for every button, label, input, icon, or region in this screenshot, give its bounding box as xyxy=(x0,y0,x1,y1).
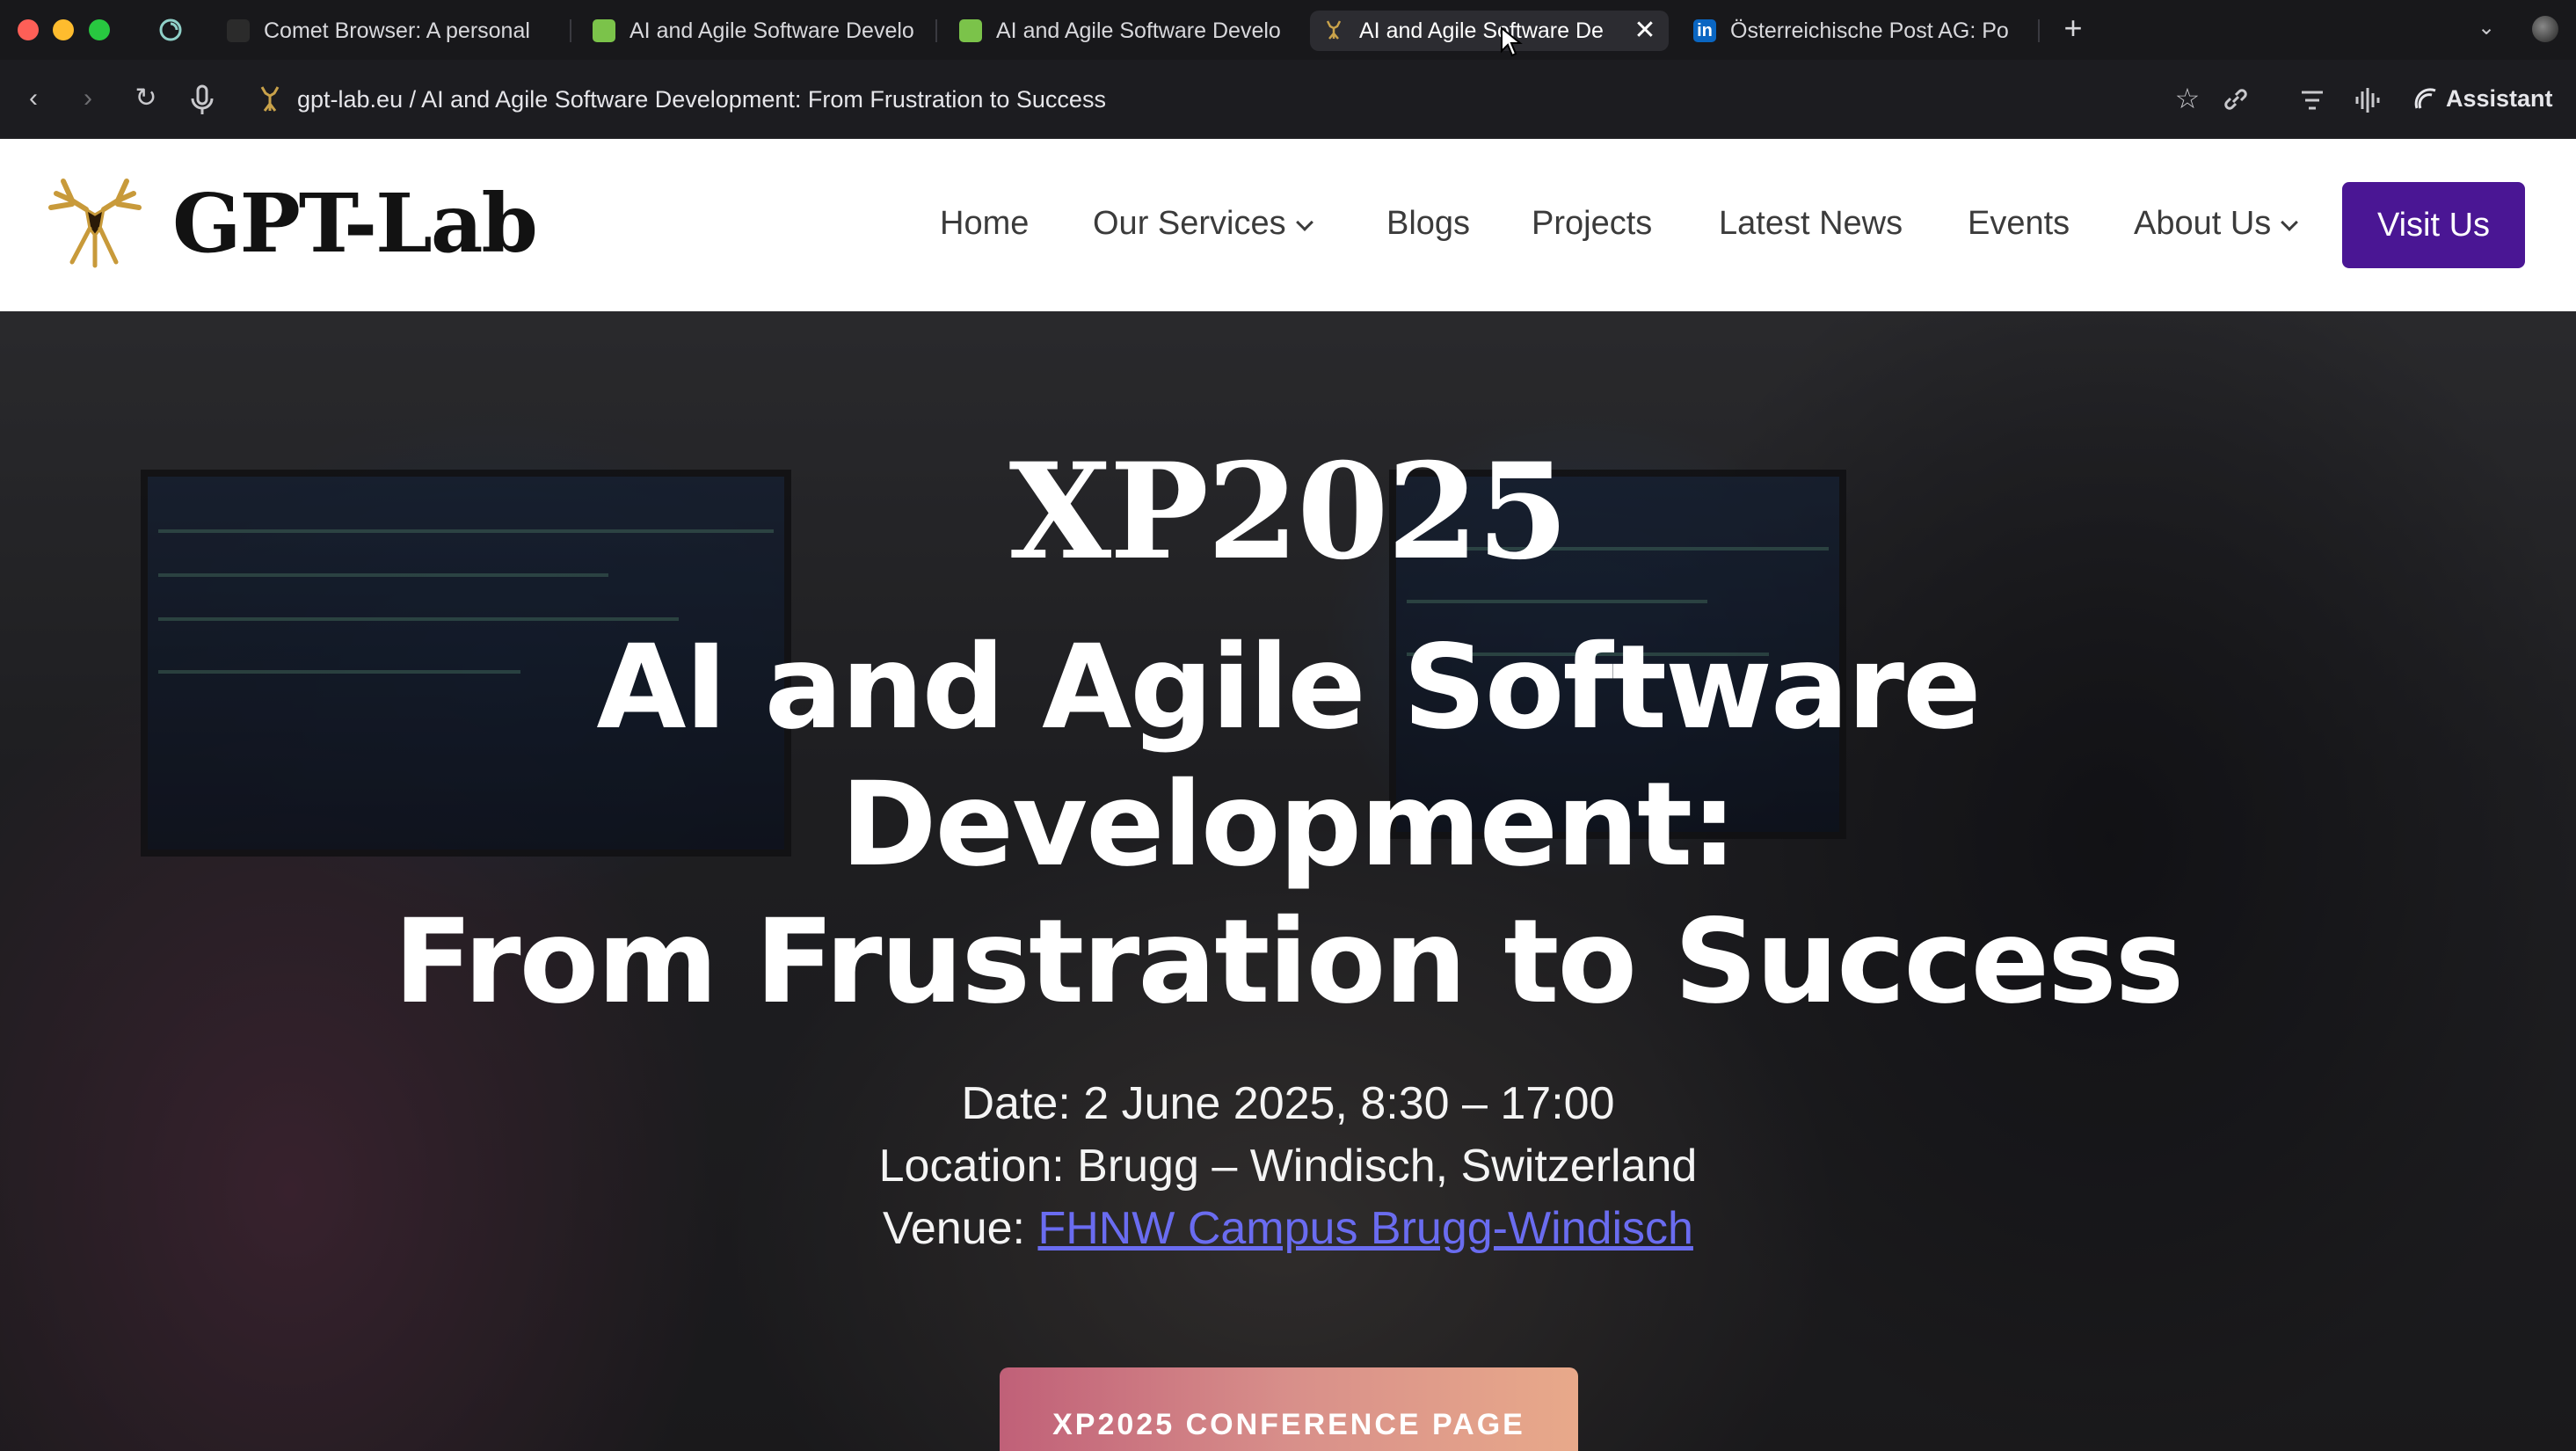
tab-close-icon[interactable]: ✕ xyxy=(1632,11,1658,51)
tab-list-chevron-icon[interactable]: ⌄ xyxy=(2470,12,2502,44)
venue-label: Venue: xyxy=(883,1203,1038,1254)
assistant-icon xyxy=(2414,88,2436,109)
tab-linkedin[interactable]: in Österreichische Post AG: Po xyxy=(1681,11,2029,51)
voice-waveform-icon[interactable] xyxy=(2353,86,2383,114)
nav-label: About Us xyxy=(2134,205,2272,242)
assistant-button[interactable]: Assistant xyxy=(2412,79,2553,118)
tab-separator xyxy=(2038,19,2040,42)
comet-icon xyxy=(227,19,250,42)
chevron-down-icon xyxy=(1295,214,1313,231)
tab-title: AI and Agile Software De xyxy=(1359,18,1604,43)
site-logo-text[interactable]: GPT-Lab xyxy=(172,174,538,273)
event-date: Date: 2 June 2025, 8:30 – 17:00 xyxy=(961,1078,1615,1129)
tab-title: Comet Browser: A personal xyxy=(264,18,530,43)
hero-section: XP2025 AI and Agile Software Development… xyxy=(0,311,2576,1451)
nav-latest-news[interactable]: Latest News xyxy=(1719,197,1903,250)
back-icon[interactable]: ‹ xyxy=(14,79,53,118)
window-close-button[interactable] xyxy=(18,19,39,40)
tab-ai-agile-active[interactable]: AI and Agile Software De ✕ xyxy=(1310,11,1669,51)
smiley-icon xyxy=(593,19,615,42)
browser-tab-strip: Comet Browser: A personal AI and Agile S… xyxy=(0,0,2576,60)
browser-toolbar: ‹ › ↻ gpt-lab.eu / AI and Agile Software… xyxy=(0,60,2576,139)
conference-page-button[interactable]: XP2025 CONFERENCE PAGE xyxy=(1000,1367,1578,1451)
mouse-cursor-icon xyxy=(1501,26,1523,57)
new-tab-button[interactable]: + xyxy=(2056,11,2091,49)
visit-us-button[interactable]: Visit Us xyxy=(2342,182,2525,268)
event-name-heading: XP2025 xyxy=(1008,434,1569,589)
window-zoom-button[interactable] xyxy=(89,19,110,40)
hero-title: AI and Agile Software Development: From … xyxy=(211,619,2365,1031)
nav-events[interactable]: Events xyxy=(1968,197,2070,250)
nav-about-us[interactable]: About Us xyxy=(2134,197,2299,250)
bookmark-star-icon[interactable]: ☆ xyxy=(2168,79,2207,118)
assistant-label: Assistant xyxy=(2446,85,2553,112)
tab-comet-browser[interactable]: Comet Browser: A personal xyxy=(215,11,563,51)
nav-home[interactable]: Home xyxy=(940,197,1029,250)
forward-icon[interactable]: › xyxy=(69,79,107,118)
nav-blogs[interactable]: Blogs xyxy=(1386,197,1470,250)
tab-title: Österreichische Post AG: Po xyxy=(1730,18,2009,43)
deer-logo-icon[interactable] xyxy=(46,174,144,273)
nav-label: Our Services xyxy=(1093,205,1286,242)
reload-icon[interactable]: ↻ xyxy=(127,79,165,118)
profile-avatar[interactable] xyxy=(2532,16,2558,42)
event-venue: Venue: FHNW Campus Brugg-Windisch xyxy=(0,1198,2576,1260)
microphone-icon[interactable] xyxy=(183,83,222,118)
hero-title-line: AI and Agile Software xyxy=(596,620,1981,755)
event-details: Date: 2 June 2025, 8:30 – 17:00 Location… xyxy=(0,1073,2576,1260)
venue-link[interactable]: FHNW Campus Brugg-Windisch xyxy=(1037,1203,1693,1254)
linkedin-icon: in xyxy=(1693,19,1716,42)
tab-title: AI and Agile Software Develo xyxy=(629,18,914,43)
nav-projects[interactable]: Projects xyxy=(1532,197,1652,250)
hero-title-line: Development: xyxy=(840,757,1737,893)
tab-ai-agile-1[interactable]: AI and Agile Software Develo xyxy=(580,11,928,51)
smiley-icon xyxy=(959,19,982,42)
window-minimize-button[interactable] xyxy=(53,19,74,40)
nav-our-services[interactable]: Our Services xyxy=(1093,197,1313,250)
deer-icon xyxy=(1326,20,1342,40)
tab-separator xyxy=(570,19,571,42)
tab-separator xyxy=(935,19,937,42)
tab-search-icon[interactable] xyxy=(155,14,186,46)
chevron-down-icon xyxy=(2281,214,2299,231)
reader-list-icon[interactable] xyxy=(2298,88,2326,113)
link-icon[interactable] xyxy=(2221,86,2251,113)
address-bar[interactable]: gpt-lab.eu / AI and Agile Software Devel… xyxy=(297,84,1106,114)
site-favicon-icon xyxy=(260,86,280,112)
site-header: GPT-Lab Home Our Services Blogs Projects… xyxy=(0,139,2576,311)
hero-title-line: From Frustration to Success xyxy=(393,894,2185,1030)
tab-ai-agile-2[interactable]: AI and Agile Software Develo xyxy=(947,11,1295,51)
tab-title: AI and Agile Software Develo xyxy=(996,18,1281,43)
event-location: Location: Brugg – Windisch, Switzerland xyxy=(878,1141,1698,1192)
